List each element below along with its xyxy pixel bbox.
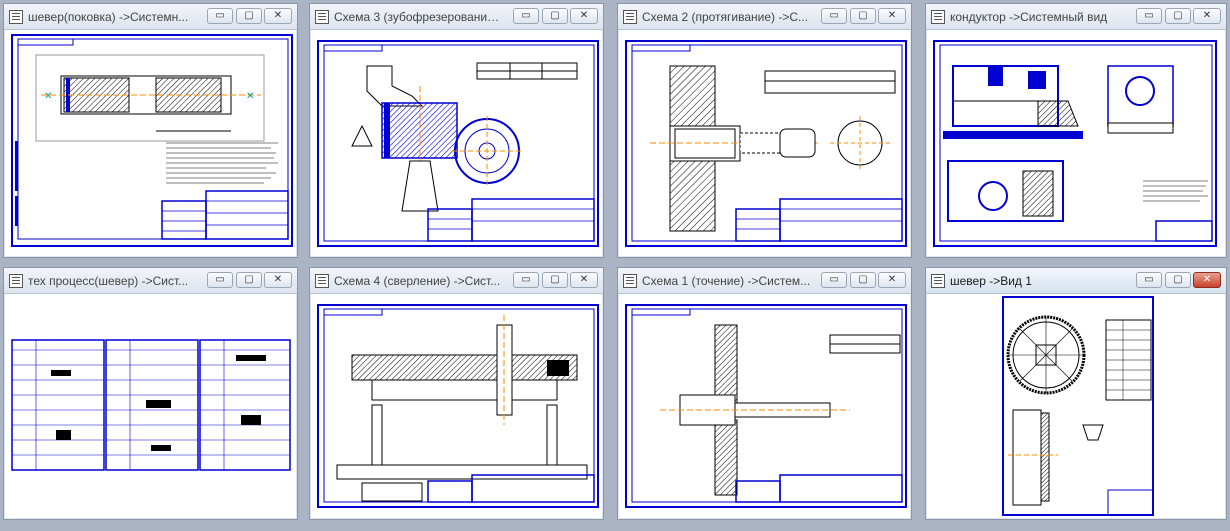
window-drilling[interactable]: Схема 4 (сверление) ->Сист... ▭ ▢ ✕ <box>309 267 604 520</box>
drawing-viewport[interactable] <box>620 295 909 517</box>
document-icon <box>315 274 329 288</box>
window-title: Схема 3 (зубофрезерование... <box>334 10 503 24</box>
maximize-button[interactable]: ▢ <box>236 8 262 24</box>
drawing-fixture <box>933 40 1217 247</box>
drawing-forging: ✕ ✕ <box>11 34 293 247</box>
drawing-viewport[interactable] <box>312 295 601 517</box>
window-title: Схема 2 (протягивание) ->С... <box>642 10 809 24</box>
maximize-button[interactable]: ▢ <box>542 8 568 24</box>
svg-text:✕: ✕ <box>44 91 52 102</box>
window-title: Схема 1 (точение) ->Систем... <box>642 274 811 288</box>
maximize-button[interactable]: ▢ <box>1165 272 1191 288</box>
minimize-button[interactable]: ▭ <box>1136 272 1162 288</box>
window-broaching[interactable]: Схема 2 (протягивание) ->С... ▭ ▢ ✕ <box>617 3 912 258</box>
drawing-drilling <box>317 304 599 508</box>
drawing-shaver <box>1002 296 1154 516</box>
document-icon <box>9 274 23 288</box>
minimize-button[interactable]: ▭ <box>821 8 847 24</box>
close-button[interactable]: ✕ <box>264 8 292 24</box>
window-title: Схема 4 (сверление) ->Сист... <box>334 274 501 288</box>
document-icon <box>931 274 945 288</box>
window-title: шевер(поковка) ->Системн... <box>28 10 189 24</box>
window-forging[interactable]: шевер(поковка) ->Системн... ▭ ▢ ✕ ✕ ✕ <box>3 3 298 258</box>
window-shaver[interactable]: шевер ->Вид 1 ▭ ▢ ✕ <box>925 267 1227 520</box>
close-button[interactable]: ✕ <box>1193 272 1221 288</box>
drawing-viewport[interactable] <box>6 295 295 517</box>
maximize-button[interactable]: ▢ <box>542 272 568 288</box>
close-button[interactable]: ✕ <box>878 8 906 24</box>
maximize-button[interactable]: ▢ <box>850 272 876 288</box>
drawing-hobbing <box>317 40 599 247</box>
titlebar[interactable]: шевер(поковка) ->Системн... ▭ ▢ ✕ <box>4 4 297 30</box>
document-icon <box>931 10 945 24</box>
drawing-viewport[interactable] <box>928 295 1224 517</box>
titlebar[interactable]: Схема 3 (зубофрезерование... ▭ ▢ ✕ <box>310 4 603 30</box>
titlebar[interactable]: Схема 4 (сверление) ->Сист... ▭ ▢ ✕ <box>310 268 603 294</box>
drawing-process <box>11 339 291 471</box>
titlebar[interactable]: кондуктор ->Системный вид ▭ ▢ ✕ <box>926 4 1226 30</box>
document-icon <box>623 274 637 288</box>
close-button[interactable]: ✕ <box>1193 8 1221 24</box>
window-process[interactable]: тех процесс(шевер) ->Сист... ▭ ▢ ✕ <box>3 267 298 520</box>
titlebar[interactable]: Схема 1 (точение) ->Систем... ▭ ▢ ✕ <box>618 268 911 294</box>
close-button[interactable]: ✕ <box>264 272 292 288</box>
close-button[interactable]: ✕ <box>878 272 906 288</box>
drawing-broaching <box>625 40 907 247</box>
maximize-button[interactable]: ▢ <box>236 272 262 288</box>
minimize-button[interactable]: ▭ <box>821 272 847 288</box>
minimize-button[interactable]: ▭ <box>1136 8 1162 24</box>
titlebar[interactable]: Схема 2 (протягивание) ->С... ▭ ▢ ✕ <box>618 4 911 30</box>
document-icon <box>9 10 23 24</box>
drawing-turning <box>625 304 907 508</box>
window-turning[interactable]: Схема 1 (точение) ->Систем... ▭ ▢ ✕ <box>617 267 912 520</box>
maximize-button[interactable]: ▢ <box>1165 8 1191 24</box>
drawing-viewport[interactable] <box>928 31 1224 255</box>
minimize-button[interactable]: ▭ <box>513 272 539 288</box>
window-title: кондуктор ->Системный вид <box>950 10 1108 24</box>
drawing-viewport[interactable] <box>620 31 909 255</box>
document-icon <box>315 10 329 24</box>
close-button[interactable]: ✕ <box>570 8 598 24</box>
titlebar[interactable]: шевер ->Вид 1 ▭ ▢ ✕ <box>926 268 1226 294</box>
document-icon <box>623 10 637 24</box>
window-hobbing[interactable]: Схема 3 (зубофрезерование... ▭ ▢ ✕ <box>309 3 604 258</box>
svg-text:✕: ✕ <box>246 91 254 102</box>
drawing-viewport[interactable]: ✕ ✕ <box>6 31 295 255</box>
titlebar[interactable]: тех процесс(шевер) ->Сист... ▭ ▢ ✕ <box>4 268 297 294</box>
close-button[interactable]: ✕ <box>570 272 598 288</box>
minimize-button[interactable]: ▭ <box>207 272 233 288</box>
window-title: шевер ->Вид 1 <box>950 274 1032 288</box>
maximize-button[interactable]: ▢ <box>850 8 876 24</box>
minimize-button[interactable]: ▭ <box>513 8 539 24</box>
window-title: тех процесс(шевер) ->Сист... <box>28 274 189 288</box>
minimize-button[interactable]: ▭ <box>207 8 233 24</box>
drawing-viewport[interactable] <box>312 31 601 255</box>
window-fixture[interactable]: кондуктор ->Системный вид ▭ ▢ ✕ <box>925 3 1227 258</box>
